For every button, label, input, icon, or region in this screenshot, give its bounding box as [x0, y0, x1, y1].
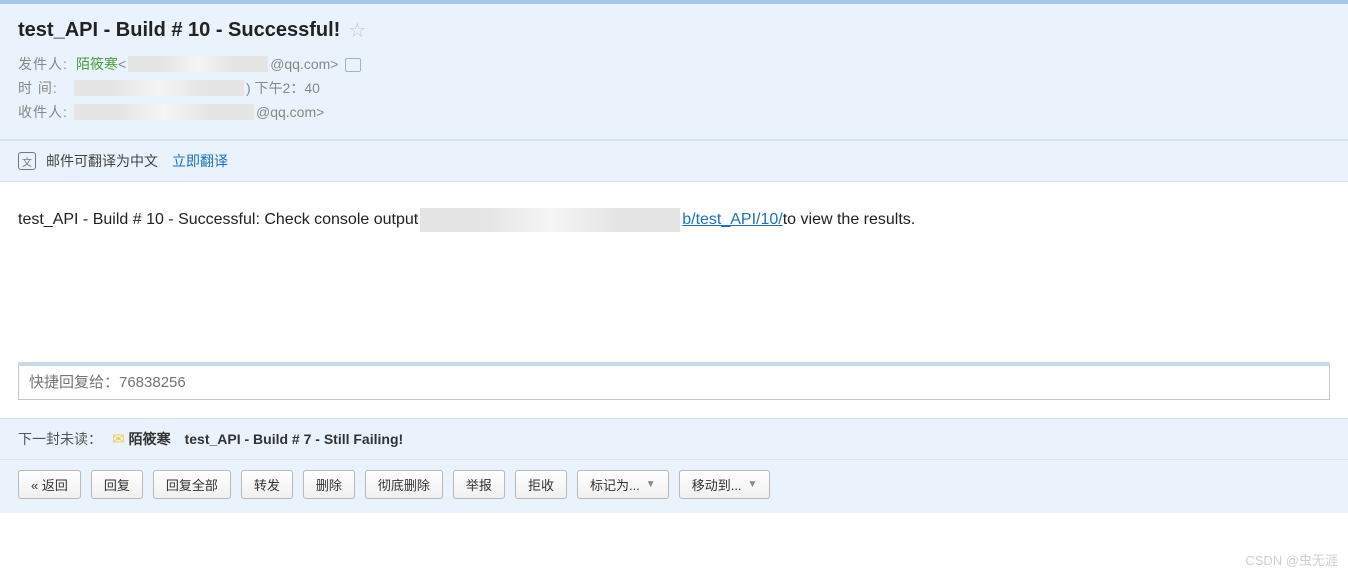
- time-row: 时 间: ) 下午2：40: [18, 77, 1330, 99]
- star-icon[interactable]: ☆: [348, 18, 366, 43]
- recipient-row: 收件人: @qq.com>: [18, 101, 1330, 123]
- sender-name[interactable]: 陌筱寒: [76, 53, 118, 75]
- translate-bar: 文 邮件可翻译为中文 立即翻译: [0, 140, 1348, 182]
- sender-row: 发件人: 陌筱寒 < @qq.com>: [18, 53, 1330, 75]
- back-button[interactable]: « 返回: [18, 470, 81, 499]
- redacted-time: [74, 80, 244, 96]
- recipient-label: 收件人:: [18, 101, 72, 123]
- translate-link[interactable]: 立即翻译: [172, 151, 228, 171]
- chevron-down-icon: ▼: [748, 479, 758, 490]
- recipient-suffix: @qq.com>: [256, 101, 324, 123]
- sender-email-suffix: @qq.com>: [270, 53, 338, 75]
- reply-all-button[interactable]: 回复全部: [153, 470, 231, 499]
- chevron-down-icon: ▼: [646, 479, 656, 490]
- forward-button[interactable]: 转发: [241, 470, 293, 499]
- subject-row: test_API - Build # 10 - Successful! ☆: [18, 18, 1330, 43]
- move-to-label: 移动到...: [692, 475, 742, 494]
- time-suffix: ) 下午2：40: [246, 77, 320, 99]
- vcard-icon[interactable]: [345, 58, 361, 72]
- delete-forever-button[interactable]: 彻底删除: [365, 470, 443, 499]
- body-text-before: test_API - Build # 10 - Successful: Chec…: [18, 211, 418, 229]
- mark-as-label: 标记为...: [590, 475, 640, 494]
- redacted-recipient: [74, 104, 254, 120]
- watermark: CSDN @虫无涯: [1245, 550, 1338, 569]
- reply-button[interactable]: 回复: [91, 470, 143, 499]
- quick-reply-input[interactable]: [18, 366, 1330, 400]
- email-header: test_API - Build # 10 - Successful! ☆ 发件…: [0, 4, 1348, 140]
- email-body: test_API - Build # 10 - Successful: Chec…: [0, 182, 1348, 332]
- move-to-dropdown[interactable]: 移动到... ▼: [679, 470, 771, 499]
- redacted-url: [420, 208, 680, 232]
- next-unread-sender: 陌筱寒: [129, 429, 171, 449]
- reject-button[interactable]: 拒收: [515, 470, 567, 499]
- report-button[interactable]: 举报: [453, 470, 505, 499]
- next-unread-bar[interactable]: 下一封未读： ✉ 陌筱寒 test_API - Build # 7 - Stil…: [0, 418, 1348, 460]
- envelope-icon: ✉: [112, 430, 125, 448]
- email-subject: test_API - Build # 10 - Successful!: [18, 19, 340, 42]
- next-unread-subject: test_API - Build # 7 - Still Failing!: [185, 431, 404, 447]
- body-link[interactable]: b/test_API/10/: [682, 211, 783, 229]
- translate-message: 邮件可翻译为中文: [46, 151, 158, 171]
- delete-button[interactable]: 删除: [303, 470, 355, 499]
- body-text-after: to view the results.: [783, 211, 916, 229]
- actions-bar: « 返回 回复 回复全部 转发 删除 彻底删除 举报 拒收 标记为... ▼ 移…: [0, 460, 1348, 513]
- translate-icon: 文: [18, 152, 36, 170]
- next-unread-label: 下一封未读：: [18, 429, 102, 449]
- sender-label: 发件人:: [18, 53, 72, 75]
- sender-bracket: <: [118, 53, 126, 75]
- body-line: test_API - Build # 10 - Successful: Chec…: [18, 208, 1330, 232]
- time-label: 时 间:: [18, 77, 72, 99]
- quick-reply-section: [0, 362, 1348, 400]
- mark-as-dropdown[interactable]: 标记为... ▼: [577, 470, 669, 499]
- redacted-sender-email: [128, 56, 268, 72]
